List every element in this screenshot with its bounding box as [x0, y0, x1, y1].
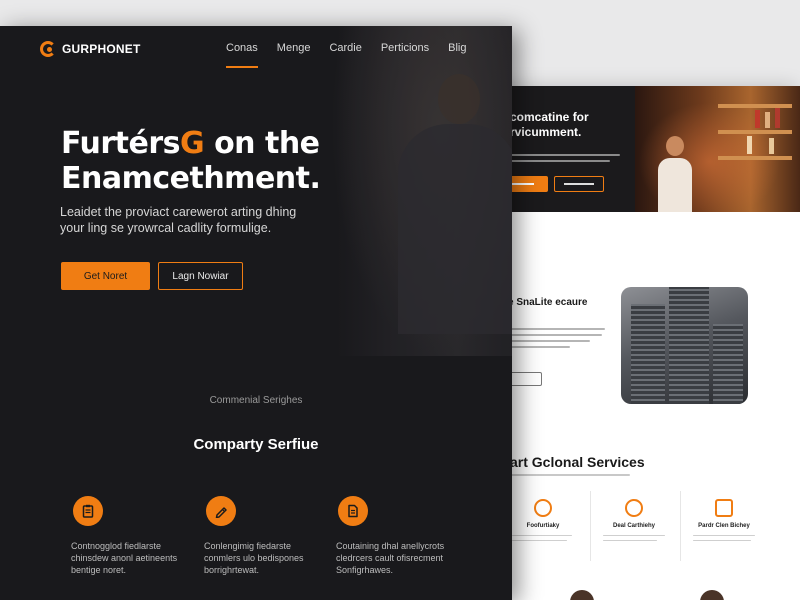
nav-item-cardie[interactable]: Cardie: [329, 42, 361, 62]
service-card-2[interactable]: Conlengimig fiedarste conmlers ulo bedis…: [204, 496, 324, 576]
shelf-decor: [718, 104, 792, 108]
back-services-grid: Foofurtiaky Deal Carthiehy Pardr Clen Bi…: [500, 491, 790, 561]
service-card-1[interactable]: Contnogglod fiedlarste chinsdew anonl ae…: [71, 496, 191, 576]
back-page-preview: comcatine for rvicumment. e SnaLite ecau…: [470, 86, 800, 600]
hero-person-photo: [398, 124, 512, 334]
team-avatars: [500, 582, 800, 600]
person-photo: [658, 136, 692, 212]
hero-subtitle-line1: Leaidet the proviact carewerot arting dh…: [60, 205, 297, 219]
nav-item-conas[interactable]: Conas: [226, 42, 258, 68]
back-services-title: art Gclonal Services: [510, 454, 645, 470]
back-service-card[interactable]: Pardr Clen Bichey: [680, 491, 766, 561]
hero-title-line2: Enamcethment.: [61, 161, 321, 196]
book-decor: [755, 110, 760, 128]
hero-title: FurtérsG on the Enamcethment.: [61, 126, 361, 196]
brand-name: GURPHONET: [62, 42, 141, 56]
services-kicker: Commenial Serighes: [0, 395, 512, 406]
hero-title-part2: on the: [204, 126, 320, 161]
book-decor: [775, 108, 780, 128]
search-icon: [625, 499, 643, 517]
avatar: [700, 590, 724, 600]
learn-more-button[interactable]: Lagn Nowiar: [158, 262, 243, 290]
back-service-title: Deal Carthiehy: [612, 523, 655, 529]
shelf-decor: [718, 156, 792, 160]
book-decor: [747, 136, 752, 154]
building-photo: [621, 287, 748, 404]
top-navigation: GURPHONET Conas Menge Cardie Perticions …: [0, 26, 512, 72]
shelf-decor: [718, 130, 792, 134]
nav-item-blig[interactable]: Blig: [448, 42, 466, 62]
hero-person-head: [438, 74, 480, 124]
back-secondary-button[interactable]: [554, 176, 604, 192]
logo-icon: [40, 41, 56, 57]
nav-links: Conas Menge Cardie Perticions Blig: [226, 42, 485, 68]
back-section-text-lines: [510, 328, 605, 352]
service-description: Contnogglod fiedlarste chinsdew anonl ae…: [71, 541, 178, 575]
hero-title-part1: Furtérs: [61, 126, 181, 161]
pencil-icon: [206, 496, 236, 526]
back-service-card[interactable]: Deal Carthiehy: [590, 491, 676, 561]
front-page-preview: GURPHONET Conas Menge Cardie Perticions …: [0, 26, 512, 600]
clipboard-icon: [73, 496, 103, 526]
back-hero-title: comcatine for rvicumment.: [510, 110, 589, 139]
back-service-card[interactable]: Foofurtiaky: [500, 491, 586, 561]
nav-item-menge[interactable]: Menge: [277, 42, 311, 62]
hero-subtitle: Leaidet the proviact carewerot arting dh…: [60, 204, 330, 236]
service-description: Coutaining dhal anellycrots cledrcers ca…: [336, 541, 445, 575]
document-icon: [338, 496, 368, 526]
get-started-button[interactable]: Get Noret: [61, 262, 150, 290]
back-service-title: Foofurtiaky: [526, 523, 560, 529]
hero-title-accent: G: [180, 126, 205, 161]
book-decor: [769, 138, 774, 154]
nav-item-perticions[interactable]: Perticions: [381, 42, 429, 62]
brand-logo[interactable]: GURPHONET: [40, 40, 140, 58]
phone-icon: [534, 499, 552, 517]
services-title: Comparty Serfiue: [193, 436, 319, 453]
service-card-3[interactable]: Coutaining dhal anellycrots cledrcers ca…: [336, 496, 456, 576]
services-kicker-text: Commenial Serighes: [209, 395, 303, 406]
service-description: Conlengimig fiedarste conmlers ulo bedis…: [204, 541, 304, 575]
chart-icon: [715, 499, 733, 517]
back-service-title: Pardr Clen Bichey: [698, 523, 750, 529]
back-hero-text-lines: [510, 154, 620, 166]
avatar: [570, 590, 594, 600]
back-hero-section: comcatine for rvicumment.: [470, 86, 800, 212]
back-services-subtitle: [510, 474, 630, 480]
hero-subtitle-line2: your ling se yrowrcal cadlity formulige.: [60, 221, 272, 235]
book-decor: [765, 112, 770, 128]
back-section-title: e SnaLite ecaure: [508, 297, 588, 308]
